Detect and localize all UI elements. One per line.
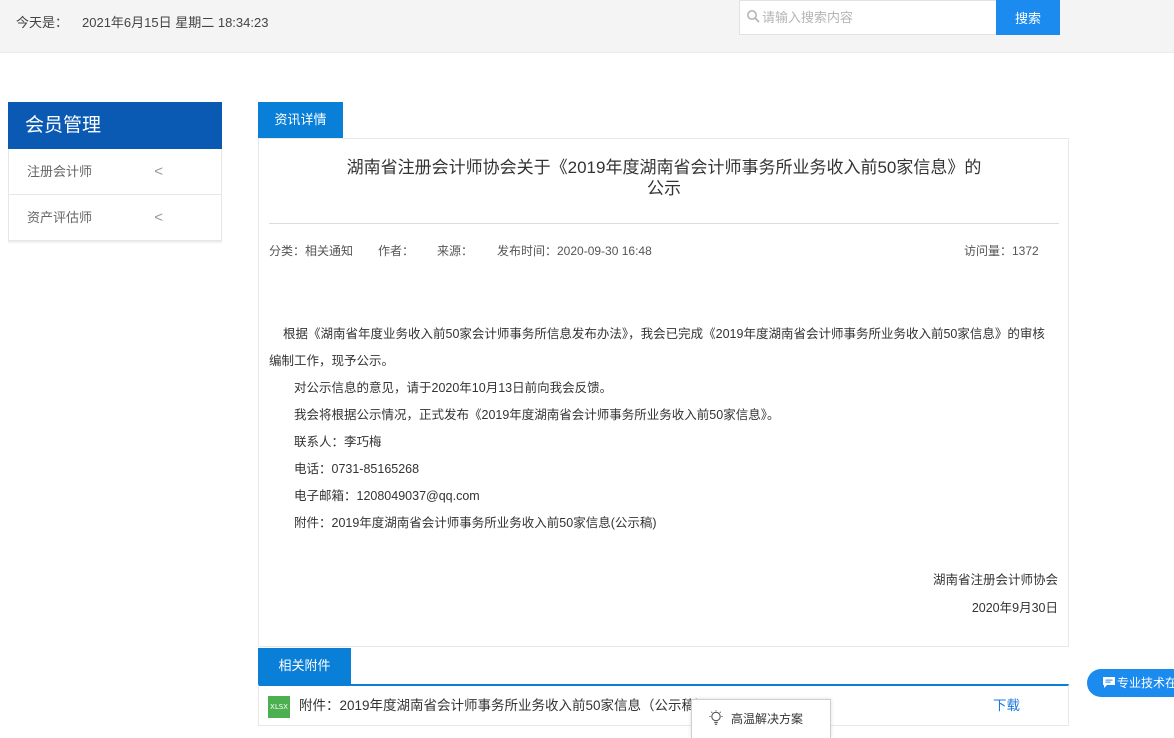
heat-solution-popup[interactable]: 高温解决方案 bbox=[691, 699, 831, 738]
tab-related-attachments[interactable]: 相关附件 bbox=[258, 648, 351, 684]
download-link[interactable]: 下载 bbox=[993, 694, 1020, 714]
chat-icon bbox=[1103, 677, 1115, 688]
chevron-left-icon: < bbox=[154, 163, 163, 180]
sidebar-item-label: 资产评估师 bbox=[27, 210, 93, 225]
attachment-note: 附件：2019年度湖南省会计师事务所业务收入前50家信息(公示稿) bbox=[294, 516, 657, 530]
contact-email: 电子邮箱：1208049037@qq.com bbox=[294, 489, 480, 503]
search-button[interactable]: 搜索 bbox=[996, 0, 1060, 35]
paragraph: 编制工作，现予公示。 bbox=[269, 354, 395, 368]
article-title-line-2: 公示 bbox=[647, 179, 681, 198]
sidebar-title: 会员管理 bbox=[8, 102, 222, 149]
search-input[interactable] bbox=[762, 1, 994, 34]
tab-article-detail[interactable]: 资讯详情 bbox=[258, 102, 343, 138]
article-title-line-1: 湖南省注册会计师协会关于《2019年度湖南省会计师事务所业务收入前50家信息》的 bbox=[346, 158, 982, 177]
paragraph: 我会将根据公示情况，正式发布《2019年度湖南省会计师事务所业务收入前50家信息… bbox=[294, 408, 780, 422]
chevron-left-icon: < bbox=[154, 209, 163, 226]
article-body: 根据《湖南省年度业务收入前50家会计师事务所信息发布办法》，我会已完成《2019… bbox=[269, 321, 1059, 537]
article-author: 作者： bbox=[378, 244, 415, 258]
support-label: 专业技术在线 bbox=[1117, 676, 1174, 690]
article-category: 分类：相关通知 bbox=[269, 244, 354, 258]
sidebar-item-asset-appraiser[interactable]: 资产评估师 < bbox=[8, 195, 222, 241]
article-source: 来源： bbox=[437, 244, 474, 258]
page: 今天是： 2021年6月15日 星期二 18:34:23 搜索 会员管理 注册会… bbox=[0, 0, 1174, 738]
xlsx-file-icon: XLSX bbox=[268, 696, 290, 718]
lightbulb-icon bbox=[709, 710, 723, 725]
search-icon bbox=[747, 10, 760, 23]
article-panel: 湖南省注册会计师协会关于《2019年度湖南省会计师事务所业务收入前50家信息》的… bbox=[258, 138, 1069, 647]
sidebar-item-label: 注册会计师 bbox=[27, 164, 93, 179]
attachment-row: XLSX 附件：2019年度湖南省会计师事务所业务收入前50家信息（公示稿）20… bbox=[258, 684, 1069, 726]
sidebar: 会员管理 注册会计师 < 资产评估师 < bbox=[8, 102, 222, 244]
current-datetime: 2021年6月15日 星期二 18:34:23 bbox=[82, 15, 269, 30]
sidebar-divider bbox=[8, 241, 222, 244]
sidebar-item-cpa[interactable]: 注册会计师 < bbox=[8, 149, 222, 195]
article-title: 湖南省注册会计师协会关于《2019年度湖南省会计师事务所业务收入前50家信息》的… bbox=[299, 157, 1029, 199]
article-visits: 访问量：1372 bbox=[964, 244, 1039, 258]
popup-label: 高温解决方案 bbox=[731, 712, 804, 726]
paragraph: 根据《湖南省年度业务收入前50家会计师事务所信息发布办法》，我会已完成《2019… bbox=[283, 327, 1045, 341]
signature-organization: 湖南省注册会计师协会 bbox=[932, 573, 1058, 587]
contact-person: 联系人：李巧梅 bbox=[294, 435, 382, 449]
article-publish-time: 发布时间：2020-09-30 16:48 bbox=[497, 244, 652, 258]
title-divider bbox=[269, 223, 1059, 224]
paragraph: 对公示信息的意见，请于2020年10月13日前向我会反馈。 bbox=[294, 381, 613, 395]
date-label: 今天是： bbox=[16, 15, 69, 30]
online-support-button[interactable]: 专业技术在线 bbox=[1087, 669, 1174, 697]
contact-phone: 电话：0731-85165268 bbox=[294, 462, 420, 476]
signature-date: 2020年9月30日 bbox=[971, 601, 1058, 615]
top-bar: 今天是： 2021年6月15日 星期二 18:34:23 搜索 bbox=[0, 0, 1174, 53]
